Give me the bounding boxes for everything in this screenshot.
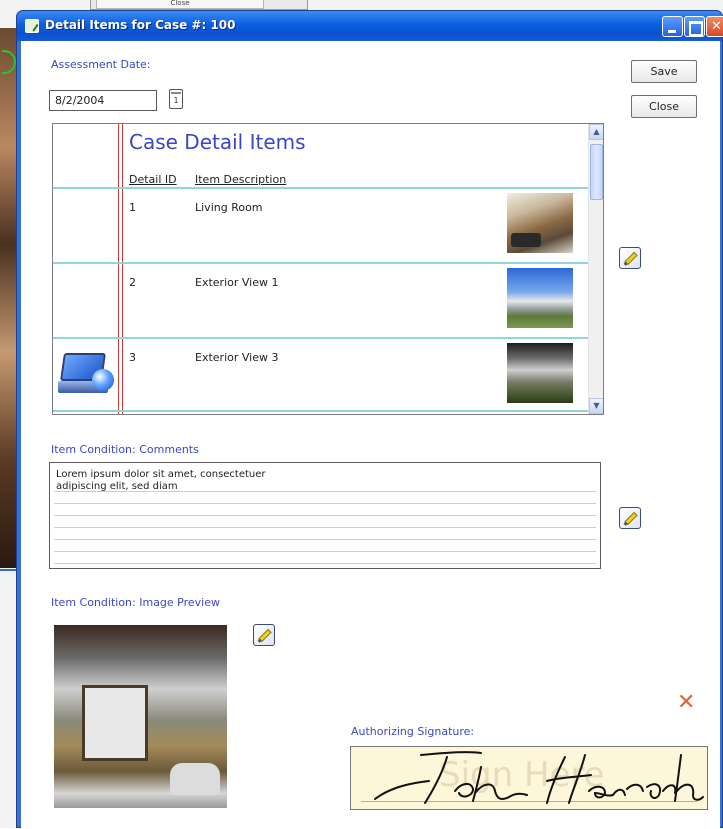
window-close-button[interactable]: ✕	[706, 16, 723, 37]
comments-textarea[interactable]: Lorem ipsum dolor sit amet, consectetuer…	[49, 462, 601, 569]
exterior-view-thumbnail[interactable]	[507, 343, 573, 403]
comments-text: Lorem ipsum dolor sit amet, consectetuer…	[56, 469, 266, 492]
edit-comments-button[interactable]	[619, 507, 641, 529]
save-button[interactable]: Save	[631, 60, 697, 83]
list-scrollbar[interactable]: ▲ ▼	[588, 124, 603, 414]
handwritten-signature	[374, 751, 704, 804]
app-icon	[25, 19, 39, 33]
pencil-icon	[258, 628, 272, 643]
window-title: Detail Items for Case #: 100	[45, 18, 236, 32]
item-description: Living Room	[195, 201, 263, 214]
item-description: Exterior View 1	[195, 276, 279, 289]
comments-label: Item Condition: Comments	[51, 443, 199, 456]
clear-signature-icon[interactable]: ✕	[677, 692, 695, 714]
row-separator	[53, 187, 588, 189]
list-item[interactable]: 3 Exterior View 3	[53, 341, 588, 411]
column-header-item-description[interactable]: Item Description	[195, 173, 286, 186]
edit-detail-button[interactable]	[619, 247, 641, 269]
image-preview-label: Item Condition: Image Preview	[51, 596, 220, 609]
scroll-down-arrow-icon[interactable]: ▼	[589, 398, 603, 414]
column-header-detail-id[interactable]: Detail ID	[129, 173, 177, 186]
detail-items-window: Detail Items for Case #: 100 ✕ Assessmen…	[16, 10, 723, 829]
living-room-thumbnail[interactable]	[507, 193, 573, 253]
signature-pad[interactable]: Sign Here	[350, 746, 708, 810]
signature-label: Authorizing Signature:	[351, 725, 475, 738]
item-description: Exterior View 3	[195, 351, 279, 364]
pencil-icon	[624, 251, 638, 266]
minimize-button[interactable]	[662, 16, 683, 37]
window-body: Assessment Date: 8/2/2004 1 Save Close C…	[21, 41, 720, 829]
row-separator	[53, 262, 588, 264]
calendar-icon[interactable]: 1	[169, 89, 183, 109]
detail-id: 3	[129, 351, 136, 364]
sync-orb-icon	[92, 369, 114, 391]
list-item[interactable]: 2 Exterior View 1	[53, 266, 588, 336]
edit-image-button[interactable]	[253, 624, 275, 646]
list-item[interactable]: 1 Living Room	[53, 191, 588, 261]
laptop-icon	[56, 347, 118, 402]
case-detail-list[interactable]: Case Detail Items Detail ID Item Descrip…	[52, 123, 604, 415]
image-preview[interactable]	[54, 625, 227, 808]
title-bar[interactable]: Detail Items for Case #: 100 ✕	[17, 11, 723, 41]
background-close-button[interactable]: Close	[96, 0, 264, 9]
pencil-icon	[624, 511, 638, 526]
close-button[interactable]: Close	[631, 95, 697, 118]
list-title: Case Detail Items	[129, 130, 306, 154]
exterior-view-thumbnail[interactable]	[507, 268, 573, 328]
background-photo	[0, 28, 16, 568]
detail-id: 2	[129, 276, 136, 289]
row-separator	[53, 337, 588, 339]
maximize-button[interactable]	[684, 16, 705, 37]
detail-id: 1	[129, 201, 136, 214]
assessment-date-field[interactable]: 8/2/2004	[49, 90, 157, 111]
scroll-thumb[interactable]	[590, 144, 603, 200]
scroll-up-arrow-icon[interactable]: ▲	[589, 124, 603, 140]
assessment-date-label: Assessment Date:	[51, 58, 151, 71]
row-separator	[53, 410, 588, 412]
ruled-lines	[54, 480, 596, 568]
